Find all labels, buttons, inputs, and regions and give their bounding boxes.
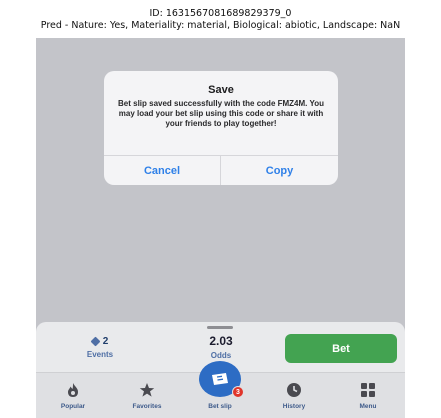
- events-label: Events: [86, 350, 114, 359]
- save-alert-dialog: Save Bet slip saved successfully with th…: [104, 71, 338, 185]
- events-count: 2: [102, 336, 109, 347]
- star-icon: [137, 381, 157, 399]
- tab-label: Menu: [359, 403, 377, 410]
- tab-label: Popular: [60, 403, 86, 410]
- clock-icon: [284, 381, 304, 399]
- bet-button[interactable]: Bet: [285, 334, 397, 363]
- odds-summary: 2.03 Odds: [191, 334, 251, 360]
- tab-label: History: [282, 403, 306, 410]
- odds-value: 2.03: [209, 334, 233, 348]
- tab-favorites[interactable]: Favorites: [110, 373, 184, 418]
- alert-message: Bet slip saved successfully with the cod…: [118, 99, 324, 129]
- tab-history[interactable]: History: [257, 373, 331, 418]
- tab-betslip[interactable]: [199, 361, 241, 397]
- tab-menu[interactable]: Menu: [331, 373, 405, 418]
- tab-label: Favorites: [132, 403, 162, 410]
- ticket-icon: [212, 373, 228, 385]
- alert-title: Save: [208, 84, 234, 96]
- copy-button[interactable]: Copy: [221, 156, 338, 185]
- flame-icon: [63, 381, 83, 399]
- drag-handle[interactable]: [207, 326, 233, 329]
- events-summary: 2 Events: [72, 336, 128, 359]
- caption-prediction: Pred - Nature: Yes, Materiality: materia…: [40, 20, 401, 31]
- bottom-tab-bar: Popular Favorites 3 Bet slip History Men…: [36, 361, 405, 418]
- tab-popular[interactable]: Popular: [36, 373, 110, 418]
- odds-label: Odds: [210, 351, 232, 360]
- image-caption: ID: 1631567081689829379_0 Pred - Nature:…: [0, 8, 441, 32]
- tab-label: Bet slip: [208, 403, 232, 410]
- events-icon: [90, 336, 101, 347]
- cancel-button[interactable]: Cancel: [104, 156, 220, 185]
- caption-id: ID: 1631567081689829379_0: [149, 8, 292, 19]
- grid-icon: [358, 381, 378, 399]
- app-screen: Save Bet slip saved successfully with th…: [36, 38, 405, 418]
